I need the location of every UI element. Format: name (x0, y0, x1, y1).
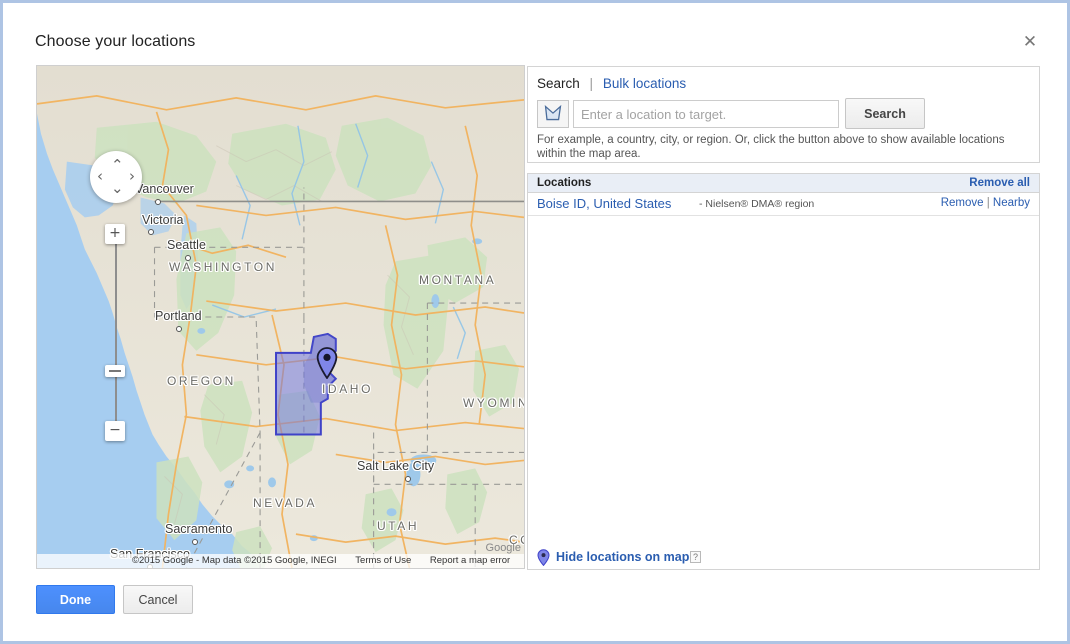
pan-down-icon[interactable]: ⌄ (111, 181, 124, 196)
search-tabs: Search | Bulk locations (537, 76, 686, 91)
polygon-shape-icon[interactable] (537, 100, 569, 128)
search-panel: Search | Bulk locations Search For examp… (527, 66, 1040, 163)
pan-up-icon[interactable]: ⌃ (111, 158, 124, 173)
search-input[interactable] (573, 100, 839, 128)
pan-left-icon[interactable]: ‹ (97, 169, 103, 184)
zoom-slider-handle[interactable] (105, 365, 125, 377)
pan-right-icon[interactable]: › (129, 169, 135, 184)
nearby-link[interactable]: Nearby (993, 197, 1030, 209)
search-button[interactable]: Search (845, 98, 925, 129)
map-copyright: ©2015 Google - Map data ©2015 Google, IN… (132, 555, 337, 566)
city-dot (155, 199, 161, 205)
city-dot (176, 326, 182, 332)
map-report-link[interactable]: Report a map error (414, 554, 510, 568)
close-icon[interactable]: ✕ (1019, 31, 1041, 53)
remove-link[interactable]: Remove (941, 197, 984, 209)
done-button[interactable]: Done (36, 585, 115, 614)
locations-header-label: Locations (537, 177, 592, 189)
hide-locations-on-map-link[interactable]: Hide locations on map (556, 550, 689, 564)
tab-separator: | (589, 76, 594, 91)
search-hint: For example, a country, city, or region.… (537, 134, 1005, 160)
zoom-slider-track[interactable] (114, 241, 117, 433)
map-marker-pin[interactable] (316, 347, 338, 379)
location-meta: - Nielsen® DMA® region (699, 198, 815, 210)
map-viewport[interactable]: Vancouver Victoria Seattle Portland Sacr… (36, 65, 525, 569)
map-terms-link[interactable]: Terms of Use (339, 554, 411, 568)
location-actions: Remove | Nearby (941, 197, 1030, 209)
map-pin-icon (537, 549, 550, 566)
zoom-out-button[interactable]: − (105, 421, 125, 441)
map-attribution: ©2015 Google - Map data ©2015 Google, IN… (37, 554, 524, 568)
city-dot (185, 255, 191, 261)
polygon-shape-glyph (544, 104, 562, 121)
tab-search[interactable]: Search (537, 76, 580, 91)
action-separator: | (986, 197, 990, 209)
table-row[interactable]: Boise ID, United States - Nielsen® DMA® … (528, 193, 1039, 216)
help-icon[interactable]: ? (690, 551, 701, 563)
city-dot (148, 229, 154, 235)
cancel-button[interactable]: Cancel (123, 585, 193, 614)
remove-all-link[interactable]: Remove all (969, 177, 1030, 189)
google-watermark: Google (485, 542, 521, 554)
map-canvas (37, 66, 524, 568)
tab-bulk-locations[interactable]: Bulk locations (603, 76, 686, 91)
city-dot (192, 539, 198, 545)
locations-panel: Locations Remove all Boise ID, United St… (527, 173, 1040, 570)
locations-footer: Hide locations on map ? (527, 546, 1040, 570)
location-name[interactable]: Boise ID, United States (537, 196, 671, 211)
zoom-in-button[interactable]: + (105, 224, 125, 244)
city-dot (405, 476, 411, 482)
locations-header: Locations Remove all (528, 174, 1039, 193)
choose-locations-dialog: Choose your locations ✕ Vancouver Victor… (0, 0, 1070, 644)
page-title: Choose your locations (35, 33, 196, 50)
map-pan-control[interactable]: ⌃ ⌄ ‹ › (90, 151, 142, 203)
